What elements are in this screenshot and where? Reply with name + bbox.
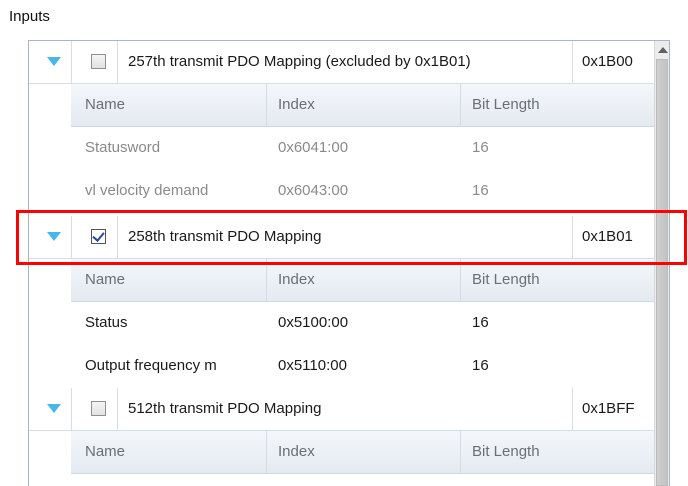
entry-index: 0x5100:00 [278,314,349,331]
column-header-bit-length[interactable]: Bit Length [472,96,540,113]
entry-bit-length: 16 [472,182,489,199]
entry-name: Statusword [85,139,161,156]
mapping-index: 0x1B00 [582,53,633,70]
entry-row[interactable]: Statusword 0x6041:00 16 [71,127,654,169]
section-title: Inputs [9,8,50,25]
mapping-index: 0x1BFF [582,400,635,417]
column-header-index[interactable]: Index [278,96,315,113]
triangle-down-icon[interactable] [47,404,61,413]
entry-row[interactable]: vl velocity demand 0x6043:00 16 [71,170,654,212]
row-divider [117,41,118,83]
row-divider [572,41,573,83]
mapping-row-0x1B00[interactable]: 257th transmit PDO Mapping (excluded by … [29,41,654,84]
entry-row[interactable]: Output frequency m 0x5110:00 16 [71,345,654,387]
mapping-row-0x1B01[interactable]: 258th transmit PDO Mapping 0x1B01 [29,216,654,259]
entry-index: 0x6043:00 [278,182,349,199]
vertical-scrollbar[interactable] [654,41,669,486]
entry-index: 0x6041:00 [278,139,349,156]
column-divider[interactable] [460,84,461,126]
column-divider[interactable] [266,259,267,301]
entry-name: vl velocity demand [85,182,209,199]
column-divider[interactable] [266,84,267,126]
scroll-up-button[interactable] [655,41,669,58]
row-divider [71,41,72,83]
scroll-thumb[interactable] [656,59,668,486]
entries-header: Name Index Bit Length [71,431,654,474]
mapping-row-0x1BFF[interactable]: 512th transmit PDO Mapping 0x1BFF [29,388,654,431]
checkmark-icon [92,229,105,242]
entry-row[interactable]: Status 0x5100:00 16 [71,302,654,344]
row-divider [117,216,118,258]
column-header-bit-length[interactable]: Bit Length [472,443,540,460]
mapping-name: 258th transmit PDO Mapping [128,228,322,245]
column-header-bit-length[interactable]: Bit Length [472,271,540,288]
column-divider[interactable] [460,431,461,473]
entry-bit-length: 16 [472,139,489,156]
entries-header: Name Index Bit Length [71,84,654,127]
triangle-down-icon[interactable] [47,57,61,66]
row-divider [572,388,573,430]
column-divider[interactable] [460,259,461,301]
triangle-down-icon[interactable] [47,232,61,241]
pdo-mapping-grid: 257th transmit PDO Mapping (excluded by … [28,40,670,486]
mapping-checkbox-0x1B01[interactable] [91,229,106,244]
entries-header: Name Index Bit Length [71,259,654,302]
column-header-name[interactable]: Name [85,443,265,460]
entry-name: Status [85,314,128,331]
entry-name: Output frequency m [85,357,217,374]
entry-index: 0x5110:00 [278,357,347,374]
mapping-index: 0x1B01 [582,228,633,245]
column-header-name[interactable]: Name [85,96,265,113]
column-header-index[interactable]: Index [278,271,315,288]
entry-bit-length: 16 [472,357,489,374]
mapping-checkbox-0x1B00[interactable] [91,54,106,69]
row-divider [117,388,118,430]
row-divider [572,216,573,258]
row-divider [71,388,72,430]
mapping-checkbox-0x1BFF[interactable] [91,401,106,416]
column-divider[interactable] [266,431,267,473]
row-divider [71,216,72,258]
entry-bit-length: 16 [472,314,489,331]
mapping-name: 257th transmit PDO Mapping (excluded by … [128,53,471,70]
column-header-name[interactable]: Name [85,271,265,288]
column-header-index[interactable]: Index [278,443,315,460]
arrow-up-icon [657,46,668,53]
mapping-name: 512th transmit PDO Mapping [128,400,322,417]
